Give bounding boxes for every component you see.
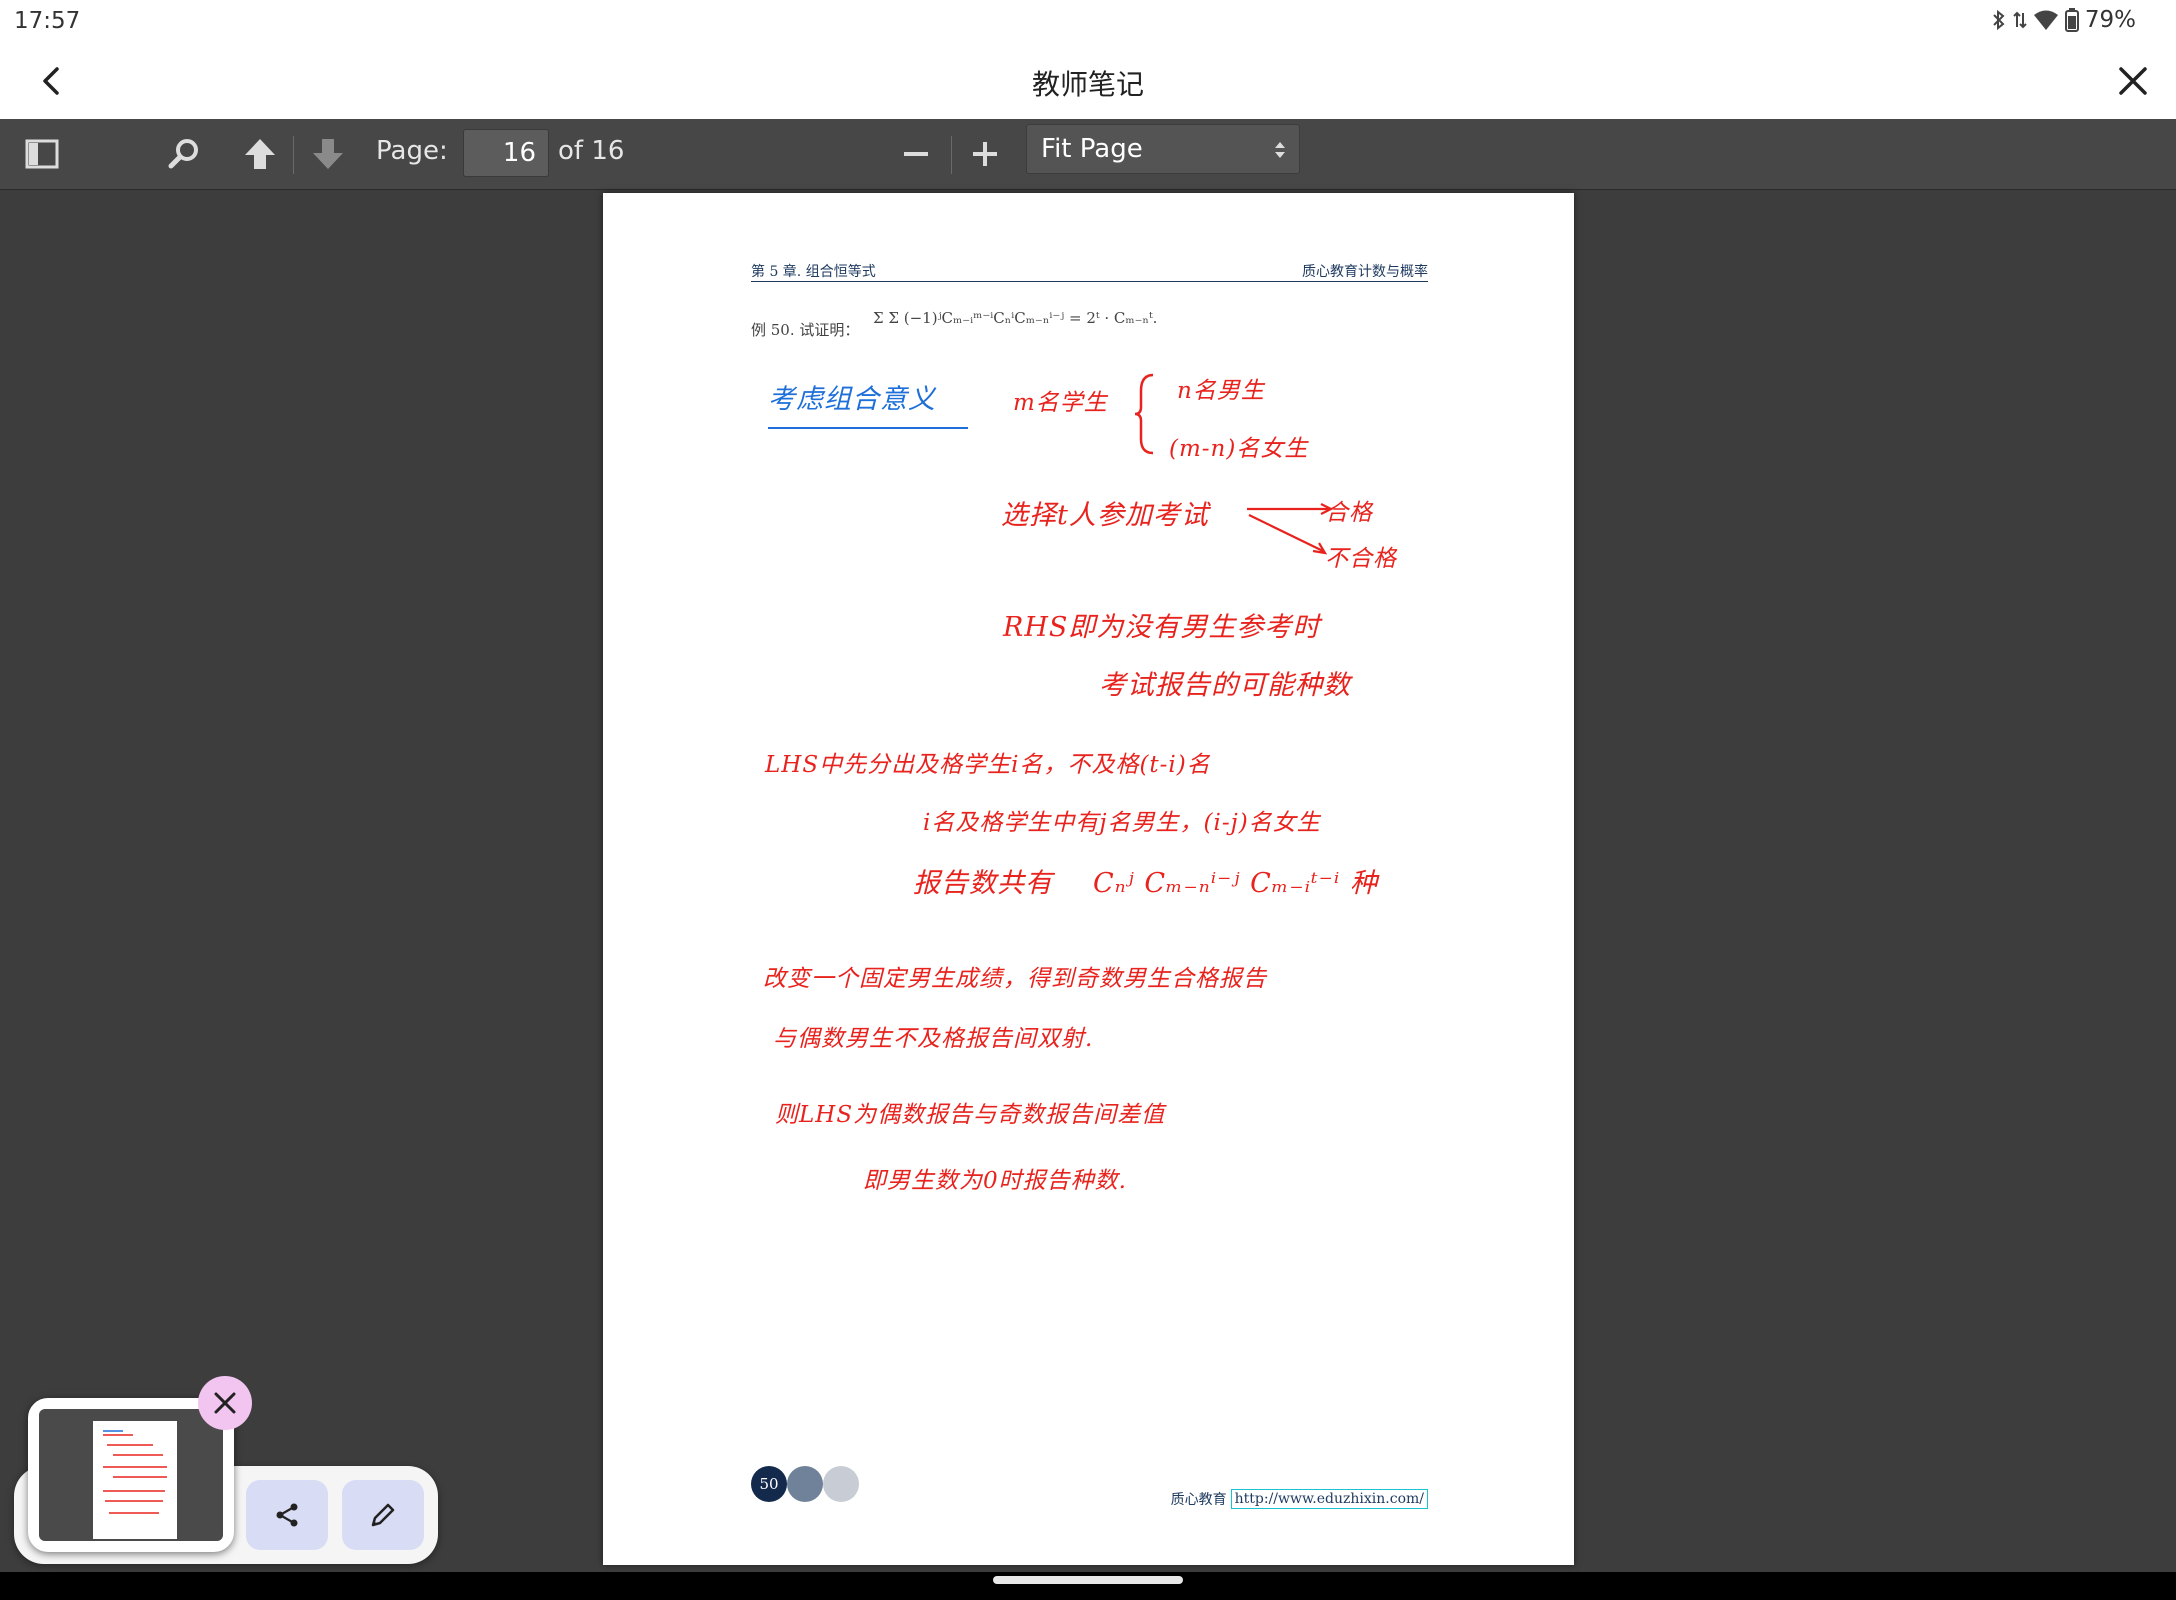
handwritten-line: 选择t人参加考试 <box>1001 500 1209 531</box>
navigation-bar <box>0 1572 2176 1600</box>
bluetooth-icon <box>1993 9 2005 31</box>
data-arrows-icon <box>2013 11 2027 29</box>
chapter-header: 第 5 章. 组合恒等式 <box>751 264 876 280</box>
pencil-icon <box>371 1503 395 1527</box>
handwritten-line: i名及格学生中有j名男生，(i-j)名女生 <box>923 810 1321 836</box>
book-header: 质心教育计数与概率 <box>1302 264 1428 280</box>
zoom-select-value: Fit Page <box>1041 134 1143 164</box>
select-arrows-icon <box>1275 142 1285 158</box>
arrow-up-icon <box>245 139 275 169</box>
handwritten-line: 合格 <box>1325 500 1373 526</box>
footer-brand-name: 质心教育 <box>1170 1492 1227 1508</box>
handwritten-line: 改变一个固定男生成绩，得到奇数男生合格报告 <box>763 966 1267 992</box>
home-gesture-handle[interactable] <box>993 1576 1183 1584</box>
zoom-out-button[interactable] <box>894 132 938 176</box>
handwritten-line: n名男生 <box>1177 378 1265 404</box>
zoom-select[interactable]: Fit Page <box>1026 124 1300 174</box>
battery-percent: 79% <box>2084 7 2136 33</box>
share-screenshot-button[interactable] <box>246 1480 328 1550</box>
previous-page-button[interactable] <box>238 132 282 176</box>
footer-url-link[interactable]: http://www.eduzhixin.com/ <box>1230 1489 1428 1509</box>
handwritten-line: 不合格 <box>1325 546 1397 572</box>
minus-icon <box>904 152 928 156</box>
zoom-in-button[interactable] <box>963 132 1007 176</box>
footer-dot <box>787 1466 823 1502</box>
close-icon <box>2119 67 2147 95</box>
arrow-down-icon <box>313 139 343 169</box>
screenshot-thumbnail[interactable] <box>28 1398 234 1552</box>
handwritten-line: 则LHS为偶数报告与奇数报告间差值 <box>775 1102 1166 1128</box>
plus-icon <box>973 142 997 166</box>
status-time: 17:57 <box>14 8 81 34</box>
example-formula: Σ Σ (−1)ʲCₘ₋ᵢᵐ⁻ⁱCₙⁱCₘ₋ₙⁱ⁻ʲ = 2ᵗ · Cₘ₋ₙᵗ. <box>873 309 1158 327</box>
page-title: 教师笔记 <box>1031 68 1144 101</box>
page-number-input[interactable]: 16 <box>463 129 549 177</box>
battery-icon <box>2064 8 2079 32</box>
handwritten-line: 与偶数男生不及格报告间双射. <box>773 1026 1094 1052</box>
pdf-toolbar: Page: 16 of 16 Fit Page <box>0 119 2176 190</box>
edit-screenshot-button[interactable] <box>342 1480 424 1550</box>
status-bar: 17:57 79% <box>0 0 2176 44</box>
sidebar-icon <box>25 139 59 169</box>
example-label: 例 50. 试证明： <box>751 321 860 339</box>
page-count: of 16 <box>558 136 625 166</box>
handwritten-title: 考虑组合意义 <box>768 384 936 415</box>
handwritten-line: 即男生数为0时报告种数. <box>863 1168 1127 1194</box>
handwritten-line: (m-n)名女生 <box>1169 436 1309 462</box>
header-rule <box>751 281 1428 282</box>
title-underline <box>768 427 968 429</box>
handwritten-line: 报告数共有 <box>913 868 1053 899</box>
close-icon <box>214 1392 236 1414</box>
thumbnail-preview <box>39 1409 223 1541</box>
handwritten-line: RHS即为没有男生参考时 <box>1003 612 1321 643</box>
handwritten-line: 考试报告的可能种数 <box>1099 670 1351 701</box>
thumbnail-page <box>93 1421 177 1539</box>
dismiss-screenshot-button[interactable] <box>198 1376 252 1430</box>
next-page-button[interactable] <box>306 132 350 176</box>
handwritten-formula: Cₙʲ Cₘ₋ₙⁱ⁻ʲ Cₘ₋ᵢᵗ⁻ⁱ 种 <box>1093 868 1378 899</box>
footer-brand: 质心教育 http://www.eduzhixin.com/ <box>1171 1489 1428 1509</box>
search-icon <box>168 139 198 169</box>
sidebar-toggle-button[interactable] <box>20 132 64 176</box>
handwritten-line: m名学生 <box>1013 390 1108 416</box>
app-bar: 教师笔记 <box>0 44 2176 120</box>
pdf-page: 第 5 章. 组合恒等式 质心教育计数与概率 例 50. 试证明： Σ Σ (−… <box>603 193 1574 1565</box>
handwritten-line: LHS中先分出及格学生i名，不及格(t-i)名 <box>765 752 1211 778</box>
brace-mark <box>1134 373 1154 455</box>
toolbar-separator <box>951 136 952 174</box>
toolbar-separator <box>293 136 294 174</box>
close-button[interactable] <box>2112 60 2154 102</box>
wifi-icon <box>2033 10 2058 30</box>
thumbnail-scribbles <box>103 1430 167 1514</box>
share-icon <box>276 1503 298 1527</box>
footer-dot <box>823 1466 859 1502</box>
page-number-badge: 50 <box>751 1466 787 1502</box>
status-icons: 79% <box>1991 7 2136 33</box>
find-button[interactable] <box>162 132 206 176</box>
page-label: Page: <box>376 136 448 166</box>
